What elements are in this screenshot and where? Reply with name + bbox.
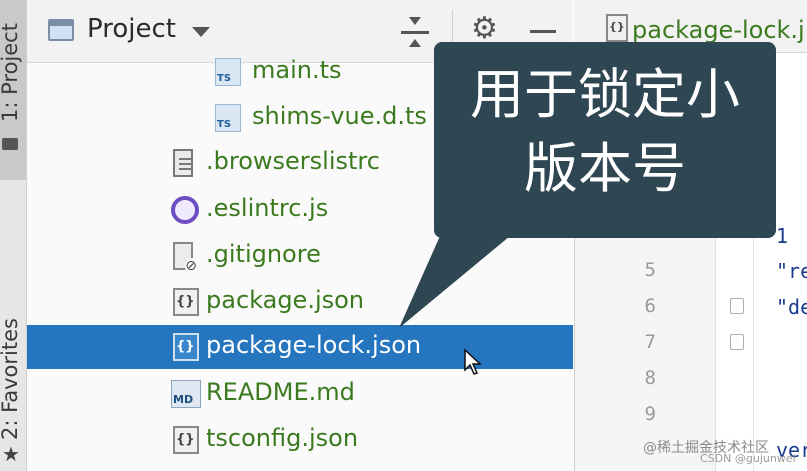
- mouse-cursor-icon: [464, 348, 482, 375]
- tree-item-package-json[interactable]: {} package.json: [27, 280, 573, 324]
- project-tool-tab-label: 1: Project: [0, 23, 22, 122]
- project-tool-tab[interactable]: 1: Project: [0, 0, 26, 180]
- editor-tab-label: package-lock.j: [632, 16, 805, 44]
- tree-item-label: .browserslistrc: [206, 147, 380, 175]
- code-fragment: "re: [776, 259, 807, 283]
- tree-item-label: .eslintrc.js: [206, 194, 329, 222]
- tree-item-label: .gitignore: [206, 240, 321, 268]
- project-icon: [48, 19, 74, 41]
- collapse-all-icon[interactable]: [401, 15, 431, 49]
- code-fragment: "de: [776, 295, 807, 319]
- star-icon: ★: [2, 442, 20, 466]
- tree-item-label: shims-vue.d.ts: [252, 102, 427, 130]
- watermark-sub: CSDN @gujunwei: [700, 452, 796, 465]
- line-number: 6: [644, 295, 656, 317]
- json-file-icon: {}: [173, 426, 199, 454]
- line-number: 7: [644, 331, 656, 353]
- tree-item-label: tsconfig.json: [206, 424, 359, 452]
- tree-item-label: package-lock.json: [206, 331, 422, 359]
- tree-item-readme[interactable]: MD README.md: [27, 372, 573, 416]
- eslint-icon: [171, 196, 199, 224]
- typescript-file-icon: TS: [215, 58, 241, 86]
- markdown-file-icon: MD: [171, 380, 201, 408]
- line-number: 5: [644, 259, 656, 281]
- tree-item-label: README.md: [206, 378, 355, 406]
- callout-line-2: 版本号: [524, 137, 686, 200]
- favorites-tool-tab-label[interactable]: 2: Favorites: [0, 318, 22, 440]
- json-file-icon: {}: [606, 14, 628, 42]
- text-file-icon: [173, 149, 193, 177]
- minimize-icon[interactable]: [530, 30, 556, 33]
- callout-line-1: 用于锁定小: [470, 63, 740, 126]
- line-number: 9: [644, 403, 656, 425]
- tree-item-label: package.json: [206, 286, 365, 314]
- panel-title[interactable]: Project: [87, 14, 176, 44]
- typescript-file-icon: TS: [215, 104, 241, 132]
- callout-text: 用于锁定小 版本号: [444, 58, 766, 206]
- gitignore-file-icon: ⊘: [173, 242, 197, 274]
- tool-window-strip: 1: Project 2: Favorites ★: [0, 0, 27, 471]
- tree-item-label: main.ts: [252, 56, 342, 84]
- json-file-icon: {}: [173, 288, 199, 316]
- code-fragment: 1: [776, 224, 789, 248]
- fold-marker-icon[interactable]: [730, 334, 744, 350]
- chevron-down-icon[interactable]: [192, 27, 210, 37]
- line-number: 8: [644, 367, 656, 389]
- json-file-icon: {}: [173, 333, 199, 361]
- folder-icon: [2, 138, 18, 150]
- tree-item-package-lock-json[interactable]: {} package-lock.json: [27, 325, 573, 369]
- fold-marker-icon[interactable]: [730, 298, 744, 314]
- tree-item-tsconfig[interactable]: {} tsconfig.json: [27, 418, 573, 462]
